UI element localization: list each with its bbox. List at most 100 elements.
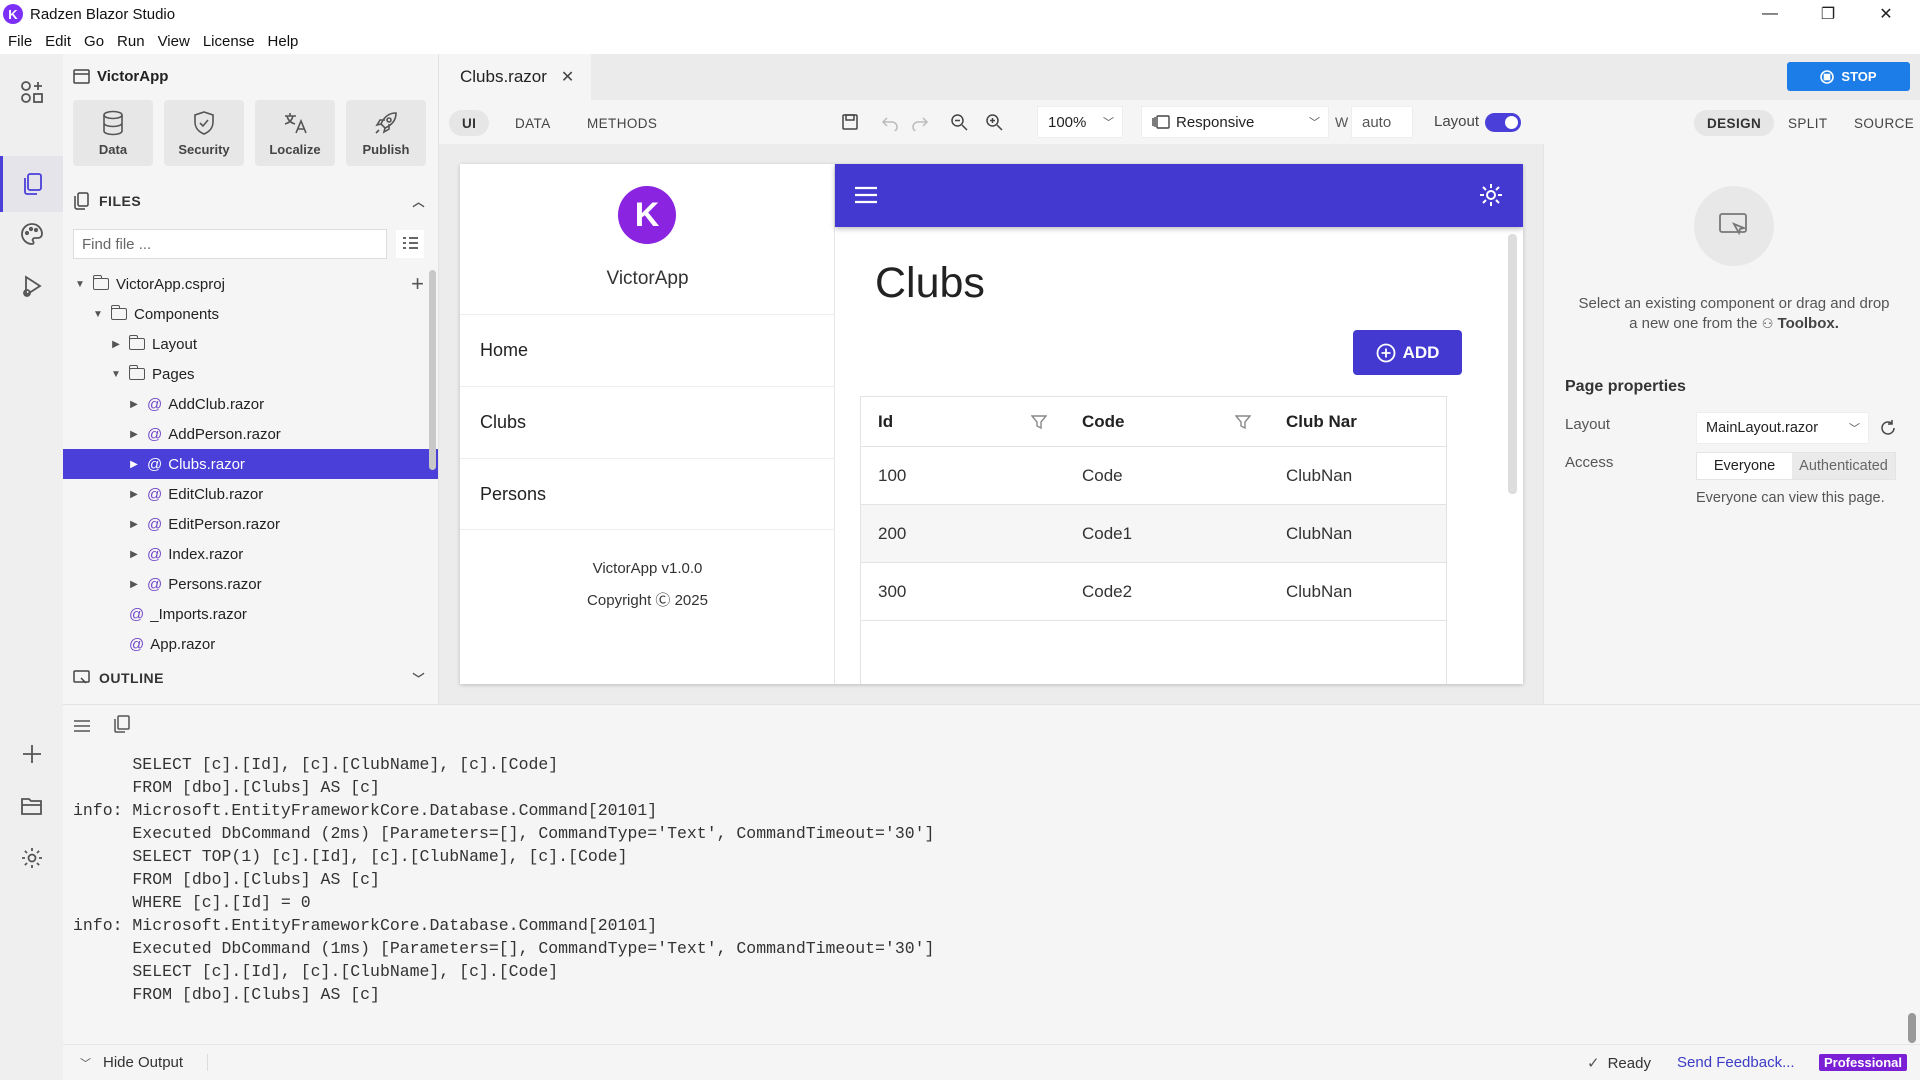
menu-go[interactable]: Go <box>84 33 104 50</box>
table-row[interactable]: 200 Code1 ClubNan <box>861 505 1446 563</box>
minimize-button[interactable]: — <box>1742 0 1798 28</box>
view-tab-design[interactable]: DESIGN <box>1694 110 1775 136</box>
preview-nav-clubs[interactable]: Clubs <box>460 386 835 458</box>
zoom-out-icon[interactable] <box>948 111 970 133</box>
table-row[interactable]: 100 Code ClubNan <box>861 447 1446 505</box>
add-activity-button[interactable] <box>0 726 63 782</box>
caret-right-icon[interactable]: ▶ <box>127 459 141 470</box>
security-tool-button[interactable]: Security <box>164 100 244 166</box>
close-tab-icon[interactable]: ✕ <box>561 67 574 87</box>
publish-tool-button[interactable]: Publish <box>346 100 426 166</box>
zoom-select[interactable]: 100% ﹀ <box>1037 106 1123 138</box>
open-folder-activity-button[interactable] <box>0 778 63 834</box>
caret-right-icon[interactable]: ▶ <box>127 549 141 560</box>
tree-item-components[interactable]: ▼ Components <box>63 299 438 329</box>
grid-column-club-name[interactable]: Club Nar <box>1286 397 1357 446</box>
preview-nav-persons[interactable]: Persons <box>460 458 835 530</box>
filter-icon[interactable] <box>1031 414 1047 430</box>
layout-toggle[interactable] <box>1485 113 1521 132</box>
preview-nav-home[interactable]: Home <box>460 314 835 386</box>
menu-file[interactable]: File <box>8 33 32 50</box>
hamburger-menu-icon[interactable] <box>854 186 878 204</box>
tree-item-addperson-razor[interactable]: ▶ @ AddPerson.razor <box>63 419 438 449</box>
mode-tab-ui[interactable]: UI <box>449 110 490 136</box>
device-select[interactable]: Responsive ﹀ <box>1141 106 1329 138</box>
refresh-icon[interactable] <box>1879 419 1897 437</box>
caret-right-icon[interactable]: ▶ <box>127 429 141 440</box>
tree-item-victorapp-csproj[interactable]: ▼ VictorApp.csproj + <box>63 269 438 299</box>
grid-column-code[interactable]: Code <box>1082 397 1125 446</box>
caret-down-icon[interactable]: ▼ <box>109 369 123 380</box>
tree-item-imports-razor[interactable]: @ _Imports.razor <box>63 599 438 629</box>
localize-tool-button[interactable]: Localize <box>255 100 335 166</box>
tree-item-layout[interactable]: ▶ Layout <box>63 329 438 359</box>
sun-icon[interactable] <box>1479 183 1503 207</box>
tree-item-index-razor[interactable]: ▶ @ Index.razor <box>63 539 438 569</box>
send-feedback-link[interactable]: Send Feedback... <box>1677 1054 1795 1071</box>
themes-activity-button[interactable] <box>0 206 63 262</box>
tree-item-app-razor[interactable]: @ App.razor <box>63 629 438 659</box>
caret-down-icon[interactable]: ▼ <box>91 309 105 320</box>
tree-item-editclub-razor[interactable]: ▶ @ EditClub.razor <box>63 479 438 509</box>
width-input[interactable]: auto <box>1351 106 1413 138</box>
preview-header[interactable] <box>835 164 1523 227</box>
file-tree-scrollbar[interactable] <box>429 270 436 470</box>
access-everyone-option[interactable]: Everyone <box>1697 453 1793 479</box>
tree-item-editperson-razor[interactable]: ▶ @ EditPerson.razor <box>63 509 438 539</box>
caret-right-icon[interactable]: ▶ <box>127 579 141 590</box>
find-file-input[interactable] <box>73 229 387 259</box>
caret-right-icon[interactable]: ▶ <box>127 399 141 410</box>
run-debug-activity-button[interactable] <box>0 258 63 314</box>
access-authenticated-option[interactable]: Authenticated <box>1792 453 1895 479</box>
view-tab-source[interactable]: SOURCE <box>1841 110 1920 136</box>
files-header-label: FILES <box>99 193 142 209</box>
undo-icon[interactable] <box>879 111 901 133</box>
chevron-down-icon[interactable]: ﹀ <box>412 670 425 687</box>
tree-item-persons-razor[interactable]: ▶ @ Persons.razor <box>63 569 438 599</box>
data-tool-button[interactable]: Data <box>73 100 153 166</box>
menu-view[interactable]: View <box>158 33 190 50</box>
caret-right-icon[interactable]: ▶ <box>127 519 141 530</box>
toolbox-activity-button[interactable] <box>0 64 63 120</box>
redo-icon[interactable] <box>909 111 931 133</box>
zoom-in-icon[interactable] <box>983 111 1005 133</box>
tree-view-toggle-button[interactable] <box>396 230 424 258</box>
view-tab-split[interactable]: SPLIT <box>1775 110 1841 136</box>
settings-activity-button[interactable] <box>0 830 63 886</box>
copy-icon[interactable] <box>114 715 130 733</box>
table-row[interactable]: 300 Code2 ClubNan <box>861 563 1446 621</box>
caret-down-icon[interactable]: ▼ <box>73 279 87 290</box>
tab-clubs-razor[interactable]: Clubs.razor ✕ <box>439 54 591 100</box>
tree-item-clubs-razor[interactable]: ▶ @ Clubs.razor <box>63 449 438 479</box>
menu-run[interactable]: Run <box>117 33 145 50</box>
maximize-button[interactable]: ❐ <box>1800 0 1856 28</box>
preview-add-button[interactable]: ADD <box>1353 330 1462 375</box>
caret-right-icon[interactable]: ▶ <box>127 489 141 500</box>
outline-section-header[interactable]: OUTLINE ﹀ <box>73 666 429 690</box>
save-icon[interactable] <box>839 111 861 133</box>
mode-tab-methods[interactable]: METHODS <box>574 110 670 136</box>
grid-column-id[interactable]: Id <box>878 397 893 446</box>
caret-right-icon[interactable]: ▶ <box>109 339 123 350</box>
preview-scrollbar[interactable] <box>1508 234 1517 494</box>
layout-property-select[interactable]: MainLayout.razor ﹀ <box>1696 412 1869 444</box>
publish-tool-label: Publish <box>362 141 410 157</box>
output-scrollbar[interactable] <box>1908 1013 1916 1043</box>
tree-item-pages[interactable]: ▼ Pages <box>63 359 438 389</box>
close-window-button[interactable]: ✕ <box>1858 0 1914 28</box>
wrap-lines-icon[interactable] <box>73 719 91 733</box>
explorer-activity-button[interactable] <box>0 156 63 212</box>
hide-output-button[interactable]: ﹀ Hide Output <box>80 1054 209 1071</box>
tree-item-addclub-razor[interactable]: ▶ @ AddClub.razor <box>63 389 438 419</box>
mode-tab-data[interactable]: DATA <box>502 110 564 136</box>
stop-button[interactable]: STOP <box>1787 62 1910 91</box>
chevron-up-icon[interactable]: ︿ <box>412 193 425 210</box>
menu-license[interactable]: License <box>203 33 255 50</box>
filter-icon[interactable] <box>1235 414 1251 430</box>
menu-help[interactable]: Help <box>268 33 299 50</box>
page-preview[interactable]: K VictorApp Home Clubs Persons VictorApp… <box>460 164 1523 684</box>
add-file-icon[interactable]: + <box>411 271 424 297</box>
files-section-header[interactable]: FILES ︿ <box>73 189 429 213</box>
menu-edit[interactable]: Edit <box>45 33 71 50</box>
preview-sidebar[interactable]: K VictorApp Home Clubs Persons VictorApp… <box>460 164 835 684</box>
